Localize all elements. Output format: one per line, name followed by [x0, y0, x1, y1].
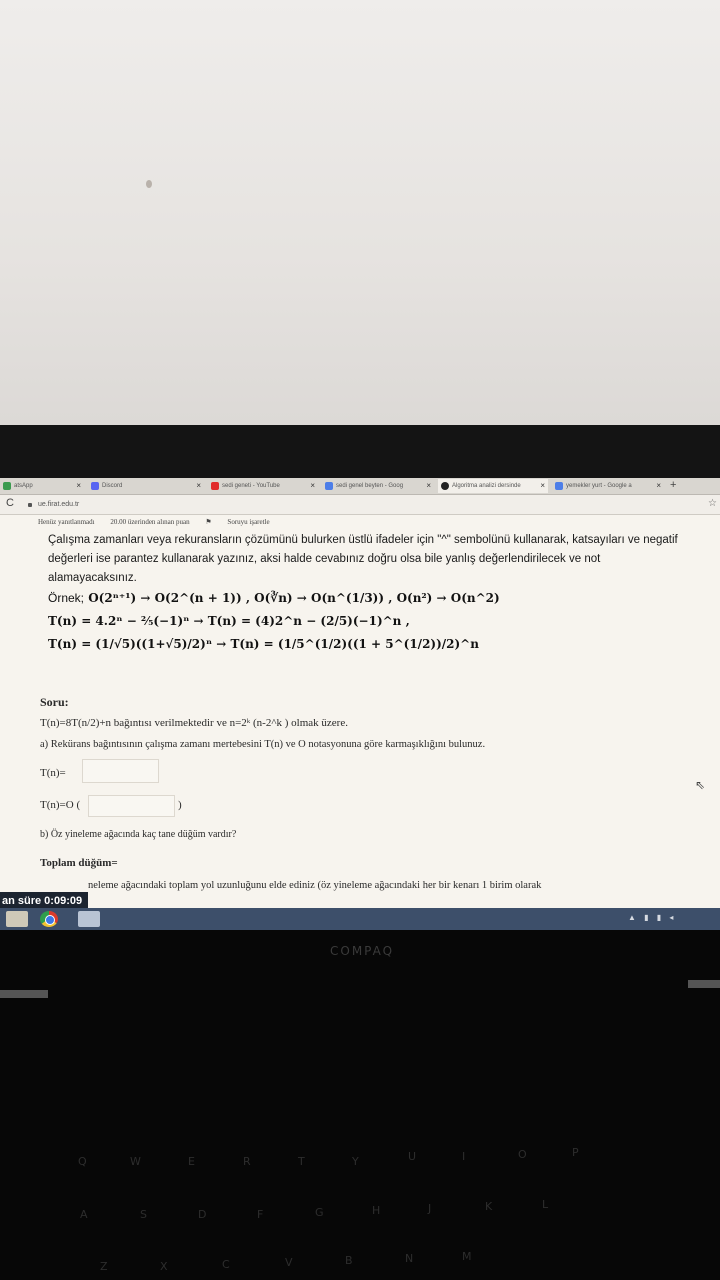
key: I	[462, 1150, 466, 1163]
key: Y	[352, 1155, 359, 1168]
bookmark-star-icon[interactable]: ☆	[708, 498, 717, 509]
instructions: Çalışma zamanları veya rekuransların çöz…	[48, 534, 678, 584]
key: N	[405, 1252, 414, 1265]
tab-google-search[interactable]: sedi genel beyten - Goog ×	[322, 479, 434, 493]
close-icon[interactable]: ×	[540, 481, 545, 490]
key: X	[160, 1260, 168, 1273]
tab-label: Algoritma analizi dersinde	[452, 483, 521, 489]
key: L	[542, 1198, 549, 1211]
key: C	[222, 1258, 230, 1271]
tn-o-label: T(n)=O (	[40, 799, 81, 811]
key: U	[408, 1150, 417, 1163]
flag-icon: ⚑	[205, 518, 212, 526]
close-icon[interactable]: ×	[196, 481, 201, 490]
tab-label: atsApp	[14, 483, 33, 489]
browser-tab-bar: atsApp × Discord × sedi geneti - YouTube…	[0, 478, 720, 495]
tn-o-answer-input[interactable]	[88, 795, 175, 817]
tab-active-quiz[interactable]: Algoritma analizi dersinde ×	[438, 479, 548, 493]
reload-icon[interactable]: C	[6, 497, 14, 509]
example-line-1: Örnek; O(2ⁿ⁺¹) → O(2^(n + 1)) , O(∛n) → …	[48, 591, 500, 605]
tn-answer-input[interactable]	[82, 759, 159, 783]
url-field[interactable]: ue.firat.edu.tr	[28, 498, 678, 511]
key: A	[80, 1208, 88, 1221]
tab-youtube[interactable]: sedi geneti - YouTube ×	[208, 479, 318, 493]
key: S	[140, 1208, 147, 1221]
key: E	[188, 1155, 195, 1168]
status-text: Henüz yanıtlanmadı	[38, 518, 95, 526]
example-label: Örnek;	[48, 591, 85, 605]
question-meta: Henüz yanıtlanmadı 20.00 üzerinden alına…	[38, 518, 298, 526]
key: G	[315, 1206, 324, 1219]
key: T	[298, 1155, 305, 1168]
chrome-icon[interactable]	[40, 911, 58, 927]
key: W	[130, 1155, 141, 1168]
key: K	[485, 1200, 493, 1213]
close-icon[interactable]: ×	[310, 481, 315, 490]
windows-taskbar: ▲ ▮ ▮ ◂	[0, 908, 720, 930]
quiz-content: Henüz yanıtlanmadı 20.00 üzerinden alına…	[0, 515, 720, 895]
laptop-screen: atsApp × Discord × sedi geneti - YouTube…	[0, 478, 720, 930]
start-button-icon[interactable]	[6, 911, 28, 927]
key: R	[243, 1155, 251, 1168]
lock-icon	[28, 502, 32, 507]
tab-google-2[interactable]: yemekler yurt - Google a ×	[552, 479, 664, 493]
tn-o-row: T(n)=O (	[40, 799, 80, 811]
key: D	[198, 1208, 207, 1221]
points-text: 20.00 üzerinden alınan puan	[110, 518, 190, 526]
whatsapp-icon	[3, 482, 11, 490]
address-bar: C ue.firat.edu.tr ☆	[0, 495, 720, 515]
part-b-text: b) Öz yineleme ağacında kaç tane düğüm v…	[40, 829, 237, 840]
total-nodes-label: Toplam düğüm=	[40, 857, 118, 869]
tab-label: yemekler yurt - Google a	[566, 483, 632, 489]
hinge-left	[0, 990, 48, 998]
url-text: ue.firat.edu.tr	[38, 501, 80, 508]
tab-whatsapp[interactable]: atsApp ×	[0, 479, 84, 493]
question-text: T(n)=8T(n/2)+n bağıntısı verilmektedir v…	[40, 717, 348, 729]
key: H	[372, 1204, 381, 1217]
key: V	[285, 1256, 293, 1269]
laptop-brand: COMPAQ	[330, 944, 395, 958]
youtube-icon	[211, 482, 219, 490]
key: F	[257, 1208, 264, 1221]
discord-icon	[91, 482, 99, 490]
tab-label: sedi genel beyten - Goog	[336, 483, 404, 489]
key: O	[518, 1148, 527, 1161]
flag-question-link[interactable]: ⚑ Soruyu işaretle	[205, 518, 283, 526]
close-icon[interactable]: ×	[426, 481, 431, 490]
key: Z	[100, 1260, 108, 1273]
tab-label: Discord	[102, 483, 123, 489]
google-icon	[555, 482, 563, 490]
example-formula-1: O(2ⁿ⁺¹) → O(2^(n + 1)) , O(∛n) → O(n^(1/…	[88, 591, 500, 605]
background-wall	[0, 0, 720, 425]
wall-mark	[146, 180, 152, 188]
mouse-cursor-icon: ⇖	[695, 778, 706, 792]
key: M	[462, 1250, 472, 1263]
moodle-icon	[441, 482, 449, 490]
laptop-keyboard-area: COMPAQ Q W E R T Y U I O P A S D F G H J…	[0, 930, 720, 1280]
key: J	[428, 1202, 432, 1215]
part-a-text: a) Rekürans bağıntısının çalışma zamanı …	[40, 739, 486, 750]
part-c-text: neleme ağacındaki toplam yol uzunluğunu …	[88, 880, 542, 891]
google-icon	[325, 482, 333, 490]
close-icon[interactable]: ×	[656, 481, 661, 490]
flag-label: Soruyu işaretle	[227, 518, 270, 526]
key: B	[345, 1254, 353, 1267]
question-title: Soru:	[40, 695, 69, 709]
close-icon[interactable]: ×	[76, 481, 81, 490]
key: P	[572, 1146, 579, 1159]
system-tray-icons: ▲ ▮ ▮ ◂	[628, 913, 677, 922]
file-explorer-icon[interactable]	[78, 911, 100, 927]
tab-label: sedi geneti - YouTube	[222, 483, 280, 489]
tab-discord[interactable]: Discord ×	[88, 479, 204, 493]
tn-o-close-paren: )	[178, 799, 182, 811]
example-line-3: T(n) = (1/√5)((1+√5)/2)ⁿ → T(n) = (1/5^(…	[48, 637, 479, 651]
new-tab-button[interactable]: +	[670, 479, 676, 491]
key: Q	[78, 1155, 87, 1168]
example-line-2: T(n) = 4.2ⁿ − ⅖(−1)ⁿ → T(n) = (4)2^n − (…	[48, 614, 410, 628]
tn-label: T(n)=	[40, 767, 66, 779]
hinge-right	[688, 980, 720, 988]
laptop-bezel	[0, 425, 720, 480]
